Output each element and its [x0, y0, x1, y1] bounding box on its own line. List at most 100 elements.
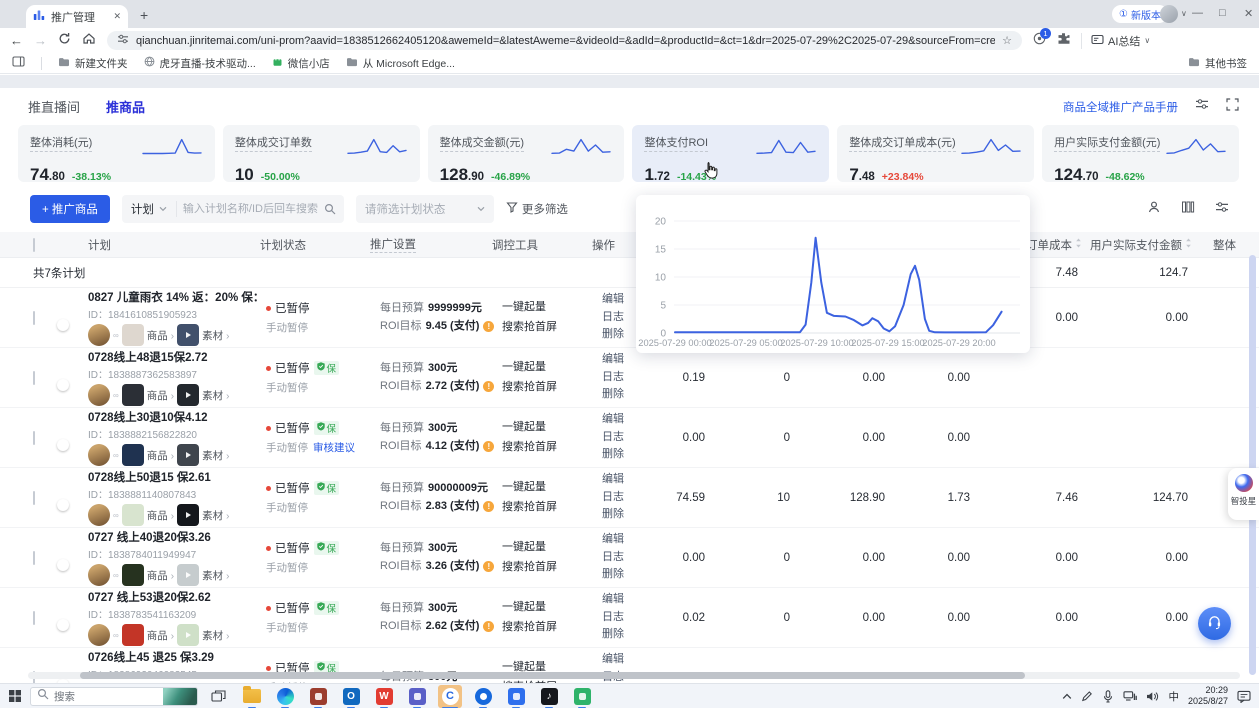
header-status[interactable]: 计划状态 — [260, 237, 370, 253]
volume-icon[interactable] — [1146, 691, 1159, 702]
action-link[interactable]: 编辑 — [602, 531, 662, 549]
account-icon[interactable] — [1147, 200, 1161, 219]
side-panel-icon[interactable] — [12, 55, 25, 71]
douyin-icon[interactable]: ♪ — [537, 685, 561, 708]
window-close-button[interactable]: ✕ — [1244, 7, 1253, 20]
action-link[interactable]: 日志 — [602, 369, 662, 387]
tool-link[interactable]: 搜索抢首屏 — [502, 498, 592, 518]
taskbar-search[interactable]: 搜索 — [30, 687, 198, 706]
action-link[interactable]: 编辑 — [602, 471, 662, 489]
more-filters-button[interactable]: 更多筛选 — [506, 201, 568, 217]
product-thumbnail[interactable] — [122, 504, 144, 526]
material-thumbnail[interactable] — [177, 504, 199, 526]
other-bookmarks-button[interactable]: 其他书签 — [1188, 56, 1247, 71]
action-link[interactable]: 删除 — [602, 506, 662, 524]
horizontal-scrollbar[interactable] — [28, 672, 1240, 679]
plan-type-select[interactable]: 计划 — [122, 201, 177, 217]
wps-office-icon[interactable]: W — [372, 685, 396, 708]
action-link[interactable]: 删除 — [602, 626, 662, 644]
pen-icon[interactable] — [1081, 690, 1093, 702]
app-blue-icon[interactable] — [504, 685, 528, 708]
product-thumbnail[interactable] — [122, 324, 144, 346]
material-thumbnail[interactable] — [177, 324, 199, 346]
new-tab-button[interactable]: + — [140, 7, 148, 23]
sort-icon[interactable] — [1185, 238, 1192, 251]
account-avatar[interactable] — [88, 564, 110, 586]
review-suggestion-link[interactable]: 审核建议 — [313, 440, 355, 455]
file-explorer-icon[interactable] — [240, 685, 264, 708]
product-link[interactable]: 商品 › — [147, 448, 174, 463]
tool-link[interactable]: 搜索抢首屏 — [502, 318, 592, 338]
tray-chevron-up-icon[interactable] — [1062, 693, 1072, 700]
header-settings[interactable]: 推广设置 — [370, 236, 492, 253]
row-checkbox[interactable] — [33, 371, 35, 385]
stat-card-3[interactable]: 整体成交金额(元)128.90-46.89% — [428, 125, 625, 182]
header-user-pay[interactable]: 用户实际支付金额 — [1090, 237, 1200, 253]
sort-icon[interactable] — [1075, 238, 1082, 251]
network-icon[interactable] — [1123, 690, 1137, 702]
stat-card-1[interactable]: 整体消耗(元)74.80-38.13% — [18, 125, 215, 182]
material-link[interactable]: 素材 › — [202, 448, 229, 463]
notification-icon[interactable] — [1237, 690, 1251, 703]
bookmark-star-icon[interactable]: ☆ — [1002, 34, 1012, 47]
row-checkbox[interactable] — [33, 491, 35, 505]
site-settings-icon[interactable] — [117, 32, 129, 50]
extensions-puzzle-icon[interactable] — [1057, 32, 1070, 50]
material-link[interactable]: 素材 › — [202, 628, 229, 643]
tool-link[interactable]: 搜索抢首屏 — [502, 558, 592, 578]
app-store-red-icon[interactable] — [306, 685, 330, 708]
material-thumbnail[interactable] — [177, 384, 199, 406]
home-button[interactable] — [82, 32, 96, 50]
qianchuan-icon[interactable]: C — [438, 685, 462, 708]
window-maximize-button[interactable]: □ — [1219, 7, 1226, 19]
app-blue-ring-icon[interactable] — [471, 685, 495, 708]
account-avatar[interactable] — [88, 384, 110, 406]
action-link[interactable]: 日志 — [602, 489, 662, 507]
promote-product-button[interactable]: + 推广商品 — [30, 195, 110, 223]
material-link[interactable]: 素材 › — [202, 328, 229, 343]
product-link[interactable]: 商品 › — [147, 328, 174, 343]
stat-card-2[interactable]: 整体成交订单数10-50.00% — [223, 125, 420, 182]
columns-icon[interactable] — [1181, 200, 1195, 219]
material-link[interactable]: 素材 › — [202, 508, 229, 523]
material-link[interactable]: 素材 › — [202, 568, 229, 583]
stat-card-6[interactable]: 用户实际支付金额(元)124.70-48.62% — [1042, 125, 1239, 182]
extension-icon[interactable]: 1 — [1033, 32, 1046, 50]
tab-close-icon[interactable]: ✕ — [113, 11, 121, 22]
forward-button[interactable]: → — [34, 33, 47, 48]
bookmark-item[interactable]: 微信小店 — [272, 56, 330, 71]
task-view-button[interactable] — [211, 690, 226, 703]
window-minimize-button[interactable]: — — [1192, 7, 1203, 19]
page-tab-推商品[interactable]: 推商品 — [106, 97, 145, 116]
action-link[interactable]: 编辑 — [602, 591, 662, 609]
action-link[interactable]: 编辑 — [602, 651, 662, 669]
help-fab-button[interactable] — [1198, 607, 1231, 640]
action-link[interactable]: 日志 — [602, 549, 662, 567]
bookmark-item[interactable]: 虎牙直播-技术驱动... — [144, 56, 256, 71]
outlook-icon[interactable]: O — [339, 685, 363, 708]
account-avatar[interactable] — [88, 624, 110, 646]
product-thumbnail[interactable] — [122, 624, 144, 646]
tool-link[interactable]: 一键起量 — [502, 418, 592, 438]
plan-search-input[interactable] — [177, 203, 324, 215]
bookmark-item[interactable]: 新建文件夹 — [58, 56, 128, 71]
header-tools[interactable]: 调控工具 — [492, 237, 592, 253]
stat-card-4[interactable]: 整体支付ROI1.72-14.43% — [632, 125, 829, 182]
scrollbar-thumb[interactable] — [80, 672, 1025, 679]
action-link[interactable]: 日志 — [602, 609, 662, 627]
action-link[interactable]: 删除 — [602, 446, 662, 464]
reload-button[interactable] — [58, 32, 71, 50]
material-thumbnail[interactable] — [177, 444, 199, 466]
action-link[interactable]: 编辑 — [602, 411, 662, 429]
material-thumbnail[interactable] — [177, 624, 199, 646]
product-link[interactable]: 商品 › — [147, 388, 174, 403]
tool-link[interactable]: 搜索抢首屏 — [502, 438, 592, 458]
search-icon[interactable] — [324, 203, 344, 215]
account-avatar[interactable] — [88, 444, 110, 466]
product-thumbnail[interactable] — [122, 444, 144, 466]
product-thumbnail[interactable] — [122, 564, 144, 586]
action-link[interactable]: 编辑 — [602, 351, 662, 369]
account-avatar[interactable] — [88, 504, 110, 526]
tool-link[interactable]: 搜索抢首屏 — [502, 378, 592, 398]
browser-profile-avatar[interactable] — [1160, 5, 1178, 23]
